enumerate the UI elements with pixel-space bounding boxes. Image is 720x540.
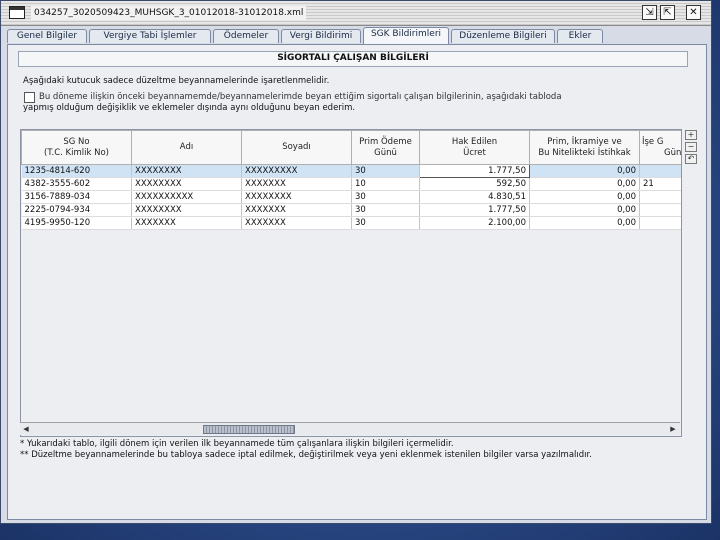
cell-prim[interactable]: 0,00 [529,190,640,204]
cell-gun[interactable]: 30 [351,216,420,230]
column-header-line1: Prim Ödeme [359,136,412,147]
column-header-line2: Gün [664,147,682,158]
checkbox-label-line2: yapmış olduğum değişiklik ve eklemeler d… [23,103,356,113]
minimize-icon[interactable]: ⇲ [642,5,657,20]
cell-ise[interactable] [639,216,681,230]
column-header-line2: (T.C. Kimlik No) [44,147,109,158]
cell-adi[interactable]: XXXXXXXX [131,177,242,191]
cell-sgno[interactable]: 4195-9950-120 [21,216,132,230]
cell-sgno[interactable]: 1235-4814-620 [21,164,132,178]
undo-row-icon[interactable]: ↶ [685,154,697,164]
footnote-1: * Yukarıdaki tablo, ilgili dönem için ve… [20,439,454,449]
column-header-prim-odeme-gunu[interactable]: Prim Ödeme Günü [351,130,420,165]
table-header-row: SG No (T.C. Kimlik No) Adı Soyadı Prim Öd… [21,130,682,165]
cell-ise[interactable] [639,190,681,204]
cell-prim[interactable]: 0,00 [529,164,640,178]
cell-prim[interactable]: 0,00 [529,177,640,191]
cell-adi[interactable]: XXXXXXXXXX [131,190,242,204]
column-header-line1: SG No [63,136,90,147]
cell-gun[interactable]: 30 [351,164,420,178]
column-header-line1: Soyadı [282,142,311,152]
horizontal-scrollbar[interactable]: ◀ ▶ [20,422,680,435]
tab-genel-bilgiler[interactable]: Genel Bilgiler [7,29,87,43]
cell-ucret[interactable]: 1.777,50 [419,164,530,178]
tab-odemeler[interactable]: Ödemeler [213,29,279,43]
cell-adi[interactable]: XXXXXXXX [131,164,242,178]
cell-prim[interactable]: 0,00 [529,203,640,217]
column-header-adi[interactable]: Adı [131,130,242,165]
cell-soyadi[interactable]: XXXXXXX [241,177,352,191]
footnote-2: ** Düzeltme beyannamelerinde bu tabloya … [20,450,592,460]
scroll-right-icon[interactable]: ▶ [668,424,678,434]
cell-soyadi[interactable]: XXXXXXXX [241,190,352,204]
column-header-line1: İşe G [642,136,664,147]
close-icon[interactable]: ✕ [686,5,701,20]
cell-ucret[interactable]: 2.100,00 [419,216,530,230]
column-header-line2: Günü [374,147,397,158]
scrollbar-thumb[interactable] [203,425,295,434]
column-header-prim-ikramiye[interactable]: Prim, İkramiye ve Bu Nitelikteki İstihkak [529,130,640,165]
cell-soyadi[interactable]: XXXXXXX [241,216,352,230]
cell-ucret[interactable]: 4.830,51 [419,190,530,204]
cell-ise[interactable] [639,164,681,178]
cell-sgno[interactable]: 2225-0794-934 [21,203,132,217]
column-header-ise-giris[interactable]: İşe G Gün [639,130,682,165]
cell-gun[interactable]: 30 [351,190,420,204]
remove-row-icon[interactable]: − [685,142,697,152]
cell-sgno[interactable]: 3156-7889-034 [21,190,132,204]
column-header-hak-edilen-ucret[interactable]: Hak Edilen Ücret [419,130,530,165]
instruction-text: Aşağıdaki kutucuk sadece düzeltme beyann… [23,76,330,86]
maximize-icon[interactable]: ⇱ [660,5,675,20]
tab-duzenleme-bilgileri[interactable]: Düzenleme Bilgileri [451,29,555,43]
table-row[interactable]: 4195-9950-120 XXXXXXX XXXXXXX 30 2.100,0… [21,216,681,230]
employee-table: SG No (T.C. Kimlik No) Adı Soyadı Prim Öd… [20,129,682,437]
scroll-left-icon[interactable]: ◀ [21,424,31,434]
section-title: SİGORTALI ÇALIŞAN BİLGİLERİ [18,51,688,67]
window-title: 034257_3020509423_MUHSGK_3_01012018-3101… [31,6,307,20]
column-header-line1: Adı [179,142,194,152]
tab-vergiye-tabi-islemler[interactable]: Vergiye Tabi İşlemler [89,29,211,43]
cell-ise[interactable]: 21 [639,177,681,191]
title-bar[interactable]: 034257_3020509423_MUHSGK_3_01012018-3101… [1,1,711,26]
column-header-soyadi[interactable]: Soyadı [241,130,352,165]
cell-soyadi[interactable]: XXXXXXXXX [241,164,352,178]
window-app-icon [9,6,25,19]
tab-ekler[interactable]: Ekler [557,29,603,43]
cell-soyadi[interactable]: XXXXXXX [241,203,352,217]
column-header-line1: Prim, İkramiye ve [547,136,622,147]
sgk-panel: SİGORTALI ÇALIŞAN BİLGİLERİ Aşağıdaki ku… [7,44,707,520]
column-header-line2: Bu Nitelikteki İstihkak [538,147,631,158]
declaration-window: 034257_3020509423_MUHSGK_3_01012018-3101… [0,0,712,524]
column-header-line1: Hak Edilen [451,136,498,147]
checkbox-label-line1: Bu döneme ilişkin önceki beyannamemde/be… [39,92,562,102]
add-row-icon[interactable]: + [685,130,697,140]
table-row[interactable]: 3156-7889-034 XXXXXXXXXX XXXXXXXX 30 4.8… [21,190,681,204]
cell-gun[interactable]: 30 [351,203,420,217]
table-row[interactable]: 2225-0794-934 XXXXXXXX XXXXXXX 30 1.777,… [21,203,681,217]
cell-ucret[interactable]: 592,50 [419,177,530,191]
correction-checkbox[interactable] [24,92,35,103]
cell-adi[interactable]: XXXXXXXX [131,203,242,217]
column-header-sgno[interactable]: SG No (T.C. Kimlik No) [21,130,132,165]
cell-gun[interactable]: 10 [351,177,420,191]
table-row[interactable]: 1235-4814-620 XXXXXXXX XXXXXXXXX 30 1.77… [21,164,681,178]
column-header-line2: Ücret [463,147,486,158]
cell-sgno[interactable]: 4382-3555-602 [21,177,132,191]
cell-prim[interactable]: 0,00 [529,216,640,230]
table-row[interactable]: 4382-3555-602 XXXXXXXX XXXXXXX 10 592,50… [21,177,681,191]
cell-ucret[interactable]: 1.777,50 [419,203,530,217]
tab-vergi-bildirimi[interactable]: Vergi Bildirimi [281,29,361,43]
cell-adi[interactable]: XXXXXXX [131,216,242,230]
row-action-buttons: + − ↶ [685,130,697,166]
cell-ise[interactable] [639,203,681,217]
tab-sgk-bildirimleri[interactable]: SGK Bildirimleri [363,27,449,44]
